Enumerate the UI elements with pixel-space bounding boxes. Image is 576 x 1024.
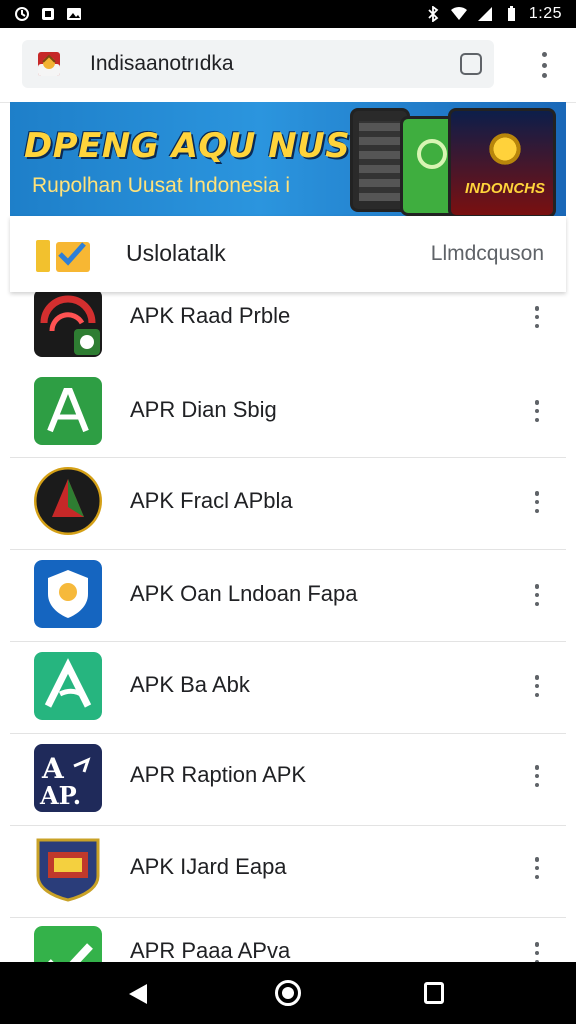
list-item[interactable]: APK Raad Prble xyxy=(10,292,566,367)
navy-ap-icon: A AP. xyxy=(34,744,102,812)
app-name: APR Paaa APva xyxy=(130,938,291,962)
list-item[interactable]: APK IJard Eapa xyxy=(10,826,566,918)
browser-menu-button[interactable] xyxy=(540,52,548,78)
browser-toolbar: Indisaanotrıdka xyxy=(0,28,576,103)
menu-dot xyxy=(534,950,540,956)
green-a-icon xyxy=(34,377,102,445)
signal-icon xyxy=(477,7,492,21)
section-title: Uslolatalk xyxy=(126,240,226,266)
status-left xyxy=(14,6,82,22)
photo-icon xyxy=(42,8,54,20)
menu-dot xyxy=(534,857,540,862)
recents-icon[interactable] xyxy=(424,982,444,1004)
app-name: APR Dian Sbig xyxy=(130,397,277,422)
section-header: Uslolatalk Llmdcquson xyxy=(10,216,566,292)
bluetooth-icon xyxy=(428,6,439,22)
menu-dot xyxy=(534,942,540,947)
menu-dot xyxy=(534,782,540,787)
teal-a-icon xyxy=(34,652,102,720)
phone-label: INDONCHS xyxy=(464,180,545,197)
menu-dot xyxy=(534,408,540,414)
menu-dot xyxy=(534,491,540,496)
svg-text:AP.: AP. xyxy=(39,781,81,810)
menu-dot xyxy=(534,874,540,879)
app-name: APK IJard Eapa xyxy=(130,854,287,879)
menu-dot xyxy=(534,692,540,697)
row-menu-button[interactable] xyxy=(534,491,540,513)
menu-dot xyxy=(534,508,540,513)
menu-dot xyxy=(534,601,540,606)
image-icon xyxy=(67,8,81,20)
menu-dot xyxy=(534,417,540,422)
blue-shield-icon xyxy=(34,560,102,628)
back-icon[interactable] xyxy=(127,982,149,1006)
banner-subtitle: Rupolhan Uusat Indonesia i xyxy=(32,174,291,197)
row-menu-button[interactable] xyxy=(534,942,540,962)
address-bar[interactable]: Indisaanotrıdka xyxy=(22,40,494,88)
menu-dot xyxy=(534,584,540,589)
garuda-emblem-icon xyxy=(485,129,525,169)
app-name: APR Raption APK xyxy=(130,762,307,787)
system-nav-bar xyxy=(0,962,576,1024)
green-check-icon xyxy=(34,926,102,962)
wifi-icon xyxy=(450,6,467,21)
status-time: 1:25 xyxy=(528,5,562,22)
phone-screen xyxy=(359,121,403,201)
battery-icon xyxy=(507,6,515,21)
red-arrow-icon xyxy=(34,467,102,535)
menu-dot xyxy=(534,314,540,320)
section-link[interactable]: Llmdcquson xyxy=(431,242,544,266)
garuda-icon xyxy=(38,52,60,76)
home-icon[interactable] xyxy=(275,980,301,1006)
list-item[interactable]: APK Ba Abk xyxy=(10,642,566,734)
menu-dot xyxy=(541,62,547,68)
menu-dot xyxy=(534,499,540,505)
menu-dot xyxy=(534,765,540,770)
row-menu-button[interactable] xyxy=(534,675,540,697)
checklist-icon xyxy=(36,240,90,272)
row-menu-button[interactable] xyxy=(534,857,540,879)
menu-dot xyxy=(534,683,540,689)
menu-dot xyxy=(534,773,540,779)
list-item[interactable]: APR Dian Sbig xyxy=(10,366,566,458)
phone-graphic: INDONCHS xyxy=(448,108,556,216)
list-item[interactable]: APK Fracl APbla xyxy=(10,458,566,550)
menu-dot xyxy=(534,865,540,871)
red-swirl-icon xyxy=(34,292,102,357)
tabs-button[interactable] xyxy=(460,53,482,75)
phone-screen xyxy=(417,139,447,169)
menu-dot xyxy=(534,323,540,328)
menu-dot xyxy=(534,592,540,598)
list-item[interactable]: APR Paaa APva xyxy=(10,918,566,962)
sync-icon xyxy=(15,7,29,21)
promo-banner[interactable]: DPENG AQU NUSIA Rupolhan Uusat Indonesia… xyxy=(10,102,566,216)
url-text[interactable]: Indisaanotrıdka xyxy=(90,52,460,76)
menu-dot xyxy=(534,400,540,405)
app-name: APK Ba Abk xyxy=(130,672,250,697)
list-item[interactable]: APK Oan Lndoan Fapa xyxy=(10,550,566,642)
menu-dot xyxy=(541,52,547,57)
status-right: 1:25 xyxy=(425,5,562,23)
row-menu-button[interactable] xyxy=(534,765,540,787)
menu-dot xyxy=(534,675,540,680)
menu-dot xyxy=(534,306,540,311)
app-name: APK Fracl APbla xyxy=(130,488,293,513)
status-bar: 1:25 xyxy=(0,0,576,28)
row-menu-button[interactable] xyxy=(534,400,540,422)
menu-dot xyxy=(541,73,547,78)
banner-title: DPENG AQU NUSIA xyxy=(24,126,391,166)
app-name: APK Raad Prble xyxy=(130,303,291,328)
list-item[interactable]: A AP. APR Raption APK xyxy=(10,734,566,826)
app-list: APK Raad Prble APR Dian Sbig APK Fracl A… xyxy=(10,292,566,962)
badge-emblem-icon xyxy=(34,834,102,902)
row-menu-button[interactable] xyxy=(534,306,540,328)
row-menu-button[interactable] xyxy=(534,584,540,606)
app-name: APK Oan Lndoan Fapa xyxy=(130,581,358,606)
